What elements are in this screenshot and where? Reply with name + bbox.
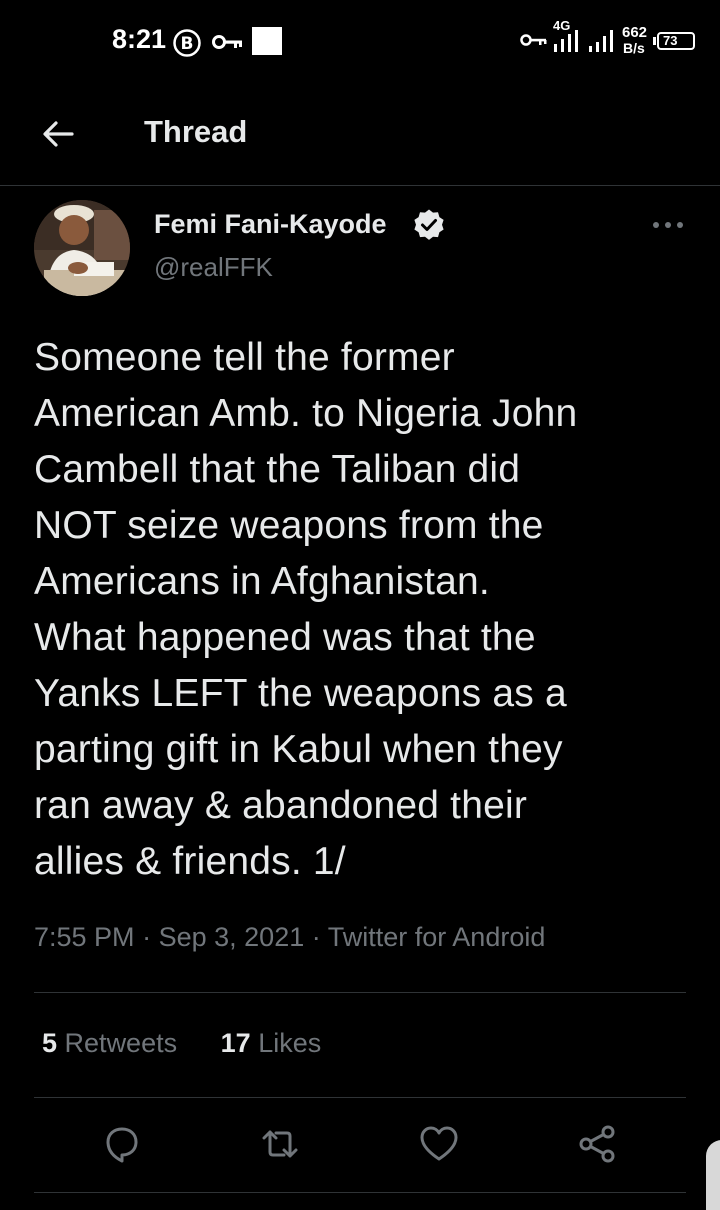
retweets-count: 5 (42, 1028, 58, 1058)
likes-stat[interactable]: 17 Likes (221, 1028, 322, 1059)
author-name[interactable]: Femi Fani-Kayode (154, 209, 387, 240)
data-speed-unit: B/s (623, 40, 645, 56)
meta-separator: · (311, 922, 321, 952)
signal-icon (589, 30, 613, 52)
tweet-stats: 5 Retweets 17 Likes (42, 1028, 321, 1059)
status-bar: 8:21 B 4G 662 B/s 73 (0, 0, 720, 84)
likes-count: 17 (220, 1028, 251, 1058)
status-time: 8:21 (112, 24, 167, 54)
like-icon (420, 1126, 458, 1161)
author-handle[interactable]: @realFFK (154, 252, 273, 283)
top-app-bar: Thread (0, 84, 720, 186)
arrow-left-icon (43, 121, 74, 147)
battery-tip (653, 37, 656, 45)
divider (34, 1192, 686, 1193)
retweet-icon (262, 1130, 298, 1158)
retweets-stat[interactable]: 5 Retweets (42, 1028, 177, 1059)
tweet-text: Someone tell the former American Amb. to… (34, 336, 578, 883)
retweets-label: Retweets (64, 1028, 178, 1058)
retweet-button[interactable] (258, 1122, 302, 1166)
reply-button[interactable] (100, 1122, 144, 1166)
tweet-source[interactable]: Twitter for Android (328, 922, 546, 952)
likes-label: Likes (258, 1028, 322, 1058)
divider (34, 1097, 686, 1098)
meta-separator: · (142, 922, 152, 952)
vpn-key-icon (520, 34, 547, 46)
tweet-time: 7:55 PM (34, 922, 135, 952)
battery-icon: 73 (657, 32, 695, 50)
page-title: Thread (144, 114, 248, 149)
notification-square-icon (252, 27, 282, 55)
avatar[interactable] (34, 200, 130, 296)
back-button[interactable] (36, 114, 80, 154)
more-options-button[interactable] (648, 210, 688, 240)
share-button[interactable] (576, 1122, 620, 1166)
tweet-metadata: 7:55 PM · Sep 3, 2021 · Twitter for Andr… (34, 922, 545, 953)
share-icon (579, 1125, 615, 1163)
battery-level: 73 (663, 33, 678, 48)
more-dots-icon (653, 222, 683, 228)
tweet-date: Sep 3, 2021 (158, 922, 305, 952)
verified-badge-icon (414, 209, 444, 240)
data-speed-value: 662 (622, 24, 648, 41)
svg-text:B: B (181, 34, 194, 54)
reply-icon (106, 1127, 138, 1163)
b-badge-icon: B (173, 29, 201, 57)
scroll-indicator (706, 1140, 720, 1210)
divider (34, 992, 686, 993)
signal-icon (554, 30, 578, 52)
like-button[interactable] (417, 1122, 461, 1166)
key-icon (212, 35, 242, 49)
